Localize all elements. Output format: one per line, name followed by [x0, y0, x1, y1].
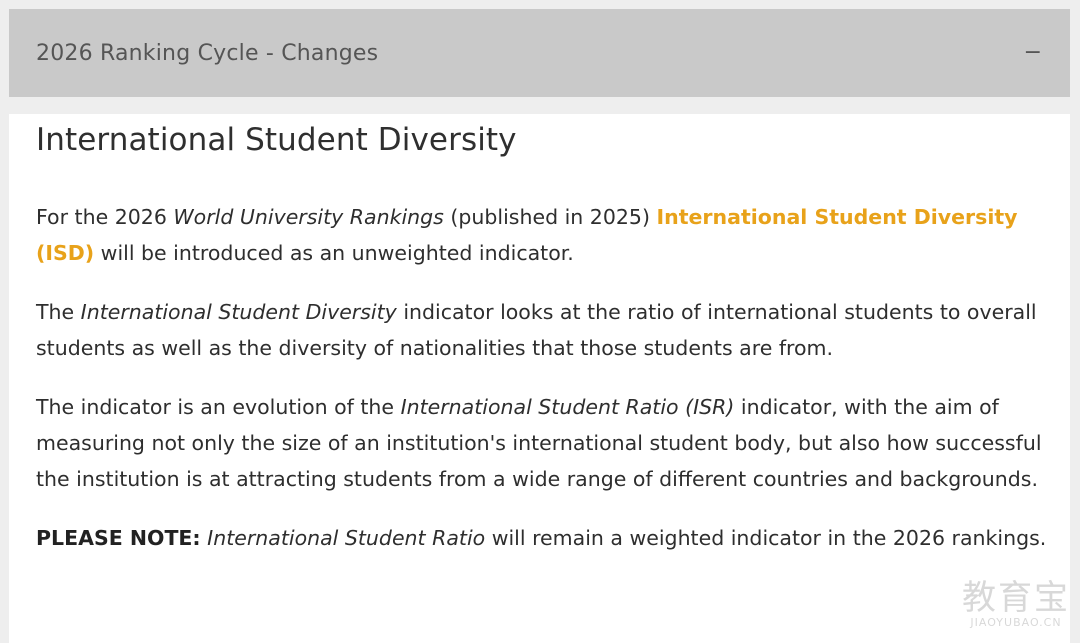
- paragraph-evolution: The indicator is an evolution of the Int…: [36, 389, 1050, 497]
- text: The: [36, 300, 81, 324]
- watermark-en: JIAOYUBAO.CN: [970, 616, 1062, 629]
- italic-text: World University Rankings: [173, 205, 444, 229]
- text: will remain a weighted indicator in the …: [485, 526, 1047, 550]
- text: For the 2026: [36, 205, 174, 229]
- accordion-header[interactable]: 2026 Ranking Cycle - Changes −: [9, 9, 1070, 97]
- text: The indicator is an evolution of the: [36, 395, 401, 419]
- text: will be introduced as an unweighted indi…: [94, 241, 574, 265]
- paragraph-intro: For the 2026 World University Rankings (…: [36, 199, 1050, 271]
- collapse-icon[interactable]: −: [1024, 42, 1042, 64]
- paragraph-definition: The International Student Diversity indi…: [36, 294, 1050, 366]
- watermark-logo: 教育宝 JIAOYUBAO.CN: [962, 580, 1070, 629]
- watermark-cn: 教育宝: [962, 578, 1070, 618]
- accordion-content: International Student Diversity For the …: [9, 114, 1070, 643]
- section-heading: International Student Diversity: [36, 122, 517, 158]
- italic-text: International Student Diversity: [80, 300, 397, 324]
- paragraph-note: PLEASE NOTE: International Student Ratio…: [36, 520, 1050, 556]
- italic-text: International Student Ratio: [207, 526, 486, 550]
- italic-text: International Student Ratio (ISR): [400, 395, 735, 419]
- accordion-title: 2026 Ranking Cycle - Changes: [36, 40, 379, 66]
- note-label: PLEASE NOTE:: [36, 526, 201, 550]
- text: (published in 2025): [443, 205, 657, 229]
